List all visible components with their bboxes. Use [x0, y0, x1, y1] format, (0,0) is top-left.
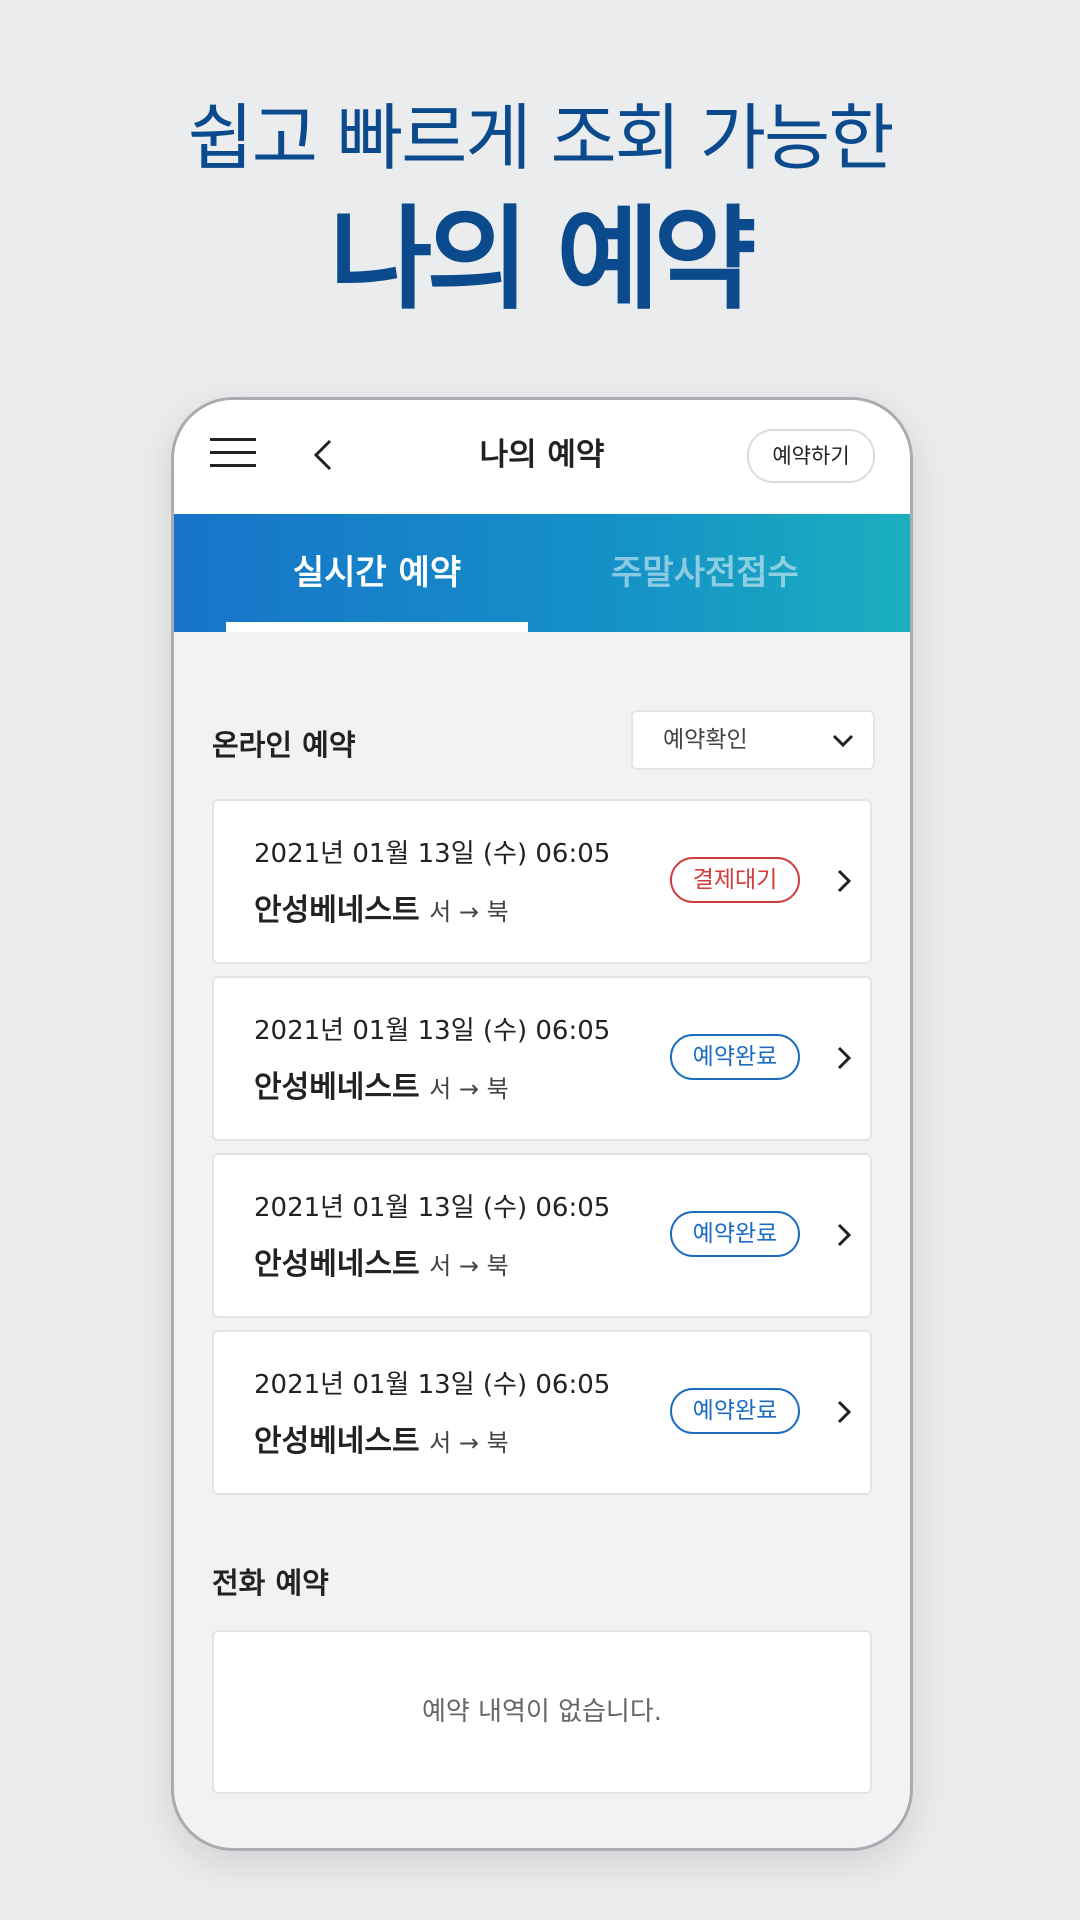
- course-direction: 서 → 북: [429, 1075, 509, 1103]
- status-badge: 결제대기: [670, 857, 800, 903]
- chevron-right-icon: [837, 1400, 852, 1424]
- empty-state-box: 예약 내역이 없습니다.: [212, 1630, 872, 1794]
- chevron-right-icon: [837, 1223, 852, 1247]
- filter-value: 예약확인: [663, 727, 748, 753]
- reservation-date: 2021년 01월 13일 (수) 06:05: [254, 1016, 611, 1046]
- reservation-date: 2021년 01월 13일 (수) 06:05: [254, 1193, 611, 1223]
- reservation-card[interactable]: 2021년 01월 13일 (수) 06:05 안성베네스트 서 → 북 예약완…: [212, 1330, 872, 1495]
- reservation-card[interactable]: 2021년 01월 13일 (수) 06:05 안성베네스트 서 → 북 결제대…: [212, 799, 872, 964]
- status-badge: 예약완료: [670, 1211, 800, 1257]
- course-direction: 서 → 북: [429, 1252, 509, 1280]
- phone-frame: 나의 예약 예약하기 실시간 예약 주말사전접수 온라인 예약 예약확인 202…: [171, 397, 913, 1851]
- reservation-route: 안성베네스트 서 → 북: [254, 1062, 509, 1106]
- status-badge: 예약완료: [670, 1034, 800, 1080]
- tab-realtime-reservation[interactable]: 실시간 예약: [226, 514, 528, 632]
- reservation-card[interactable]: 2021년 01월 13일 (수) 06:05 안성베네스트 서 → 북 예약완…: [212, 1153, 872, 1318]
- reservation-card[interactable]: 2021년 01월 13일 (수) 06:05 안성베네스트 서 → 북 예약완…: [212, 976, 872, 1141]
- reservation-date: 2021년 01월 13일 (수) 06:05: [254, 839, 611, 869]
- reservation-route: 안성베네스트 서 → 북: [254, 1416, 509, 1460]
- tab-weekend-advance[interactable]: 주말사전접수: [554, 514, 856, 632]
- promo-title: 나의 예약: [329, 195, 756, 325]
- reservation-route: 안성베네스트 서 → 북: [254, 885, 509, 929]
- chevron-right-icon: [837, 1046, 852, 1070]
- course-direction: 서 → 북: [429, 898, 509, 926]
- course-direction: 서 → 북: [429, 1429, 509, 1457]
- promo-subtitle: 쉽고 빠르게 조회 가능한: [187, 96, 894, 180]
- reservation-route: 안성베네스트 서 → 북: [254, 1239, 509, 1283]
- course-name: 안성베네스트: [254, 1070, 420, 1105]
- make-reservation-button[interactable]: 예약하기: [747, 429, 875, 483]
- tab-bar: 실시간 예약 주말사전접수: [174, 514, 910, 632]
- status-badge: 예약완료: [670, 1388, 800, 1434]
- chevron-right-icon: [837, 869, 852, 893]
- reservation-filter-select[interactable]: 예약확인: [631, 710, 875, 770]
- course-name: 안성베네스트: [254, 893, 420, 928]
- empty-state-message: 예약 내역이 없습니다.: [421, 1697, 663, 1727]
- active-tab-indicator: [226, 622, 528, 632]
- course-name: 안성베네스트: [254, 1424, 420, 1459]
- chevron-down-icon: [832, 734, 854, 748]
- course-name: 안성베네스트: [254, 1247, 420, 1282]
- online-reservation-title: 온라인 예약: [212, 728, 356, 762]
- phone-reservation-title: 전화 예약: [212, 1566, 329, 1600]
- app-header: 나의 예약 예약하기: [174, 400, 910, 514]
- reservation-date: 2021년 01월 13일 (수) 06:05: [254, 1370, 611, 1400]
